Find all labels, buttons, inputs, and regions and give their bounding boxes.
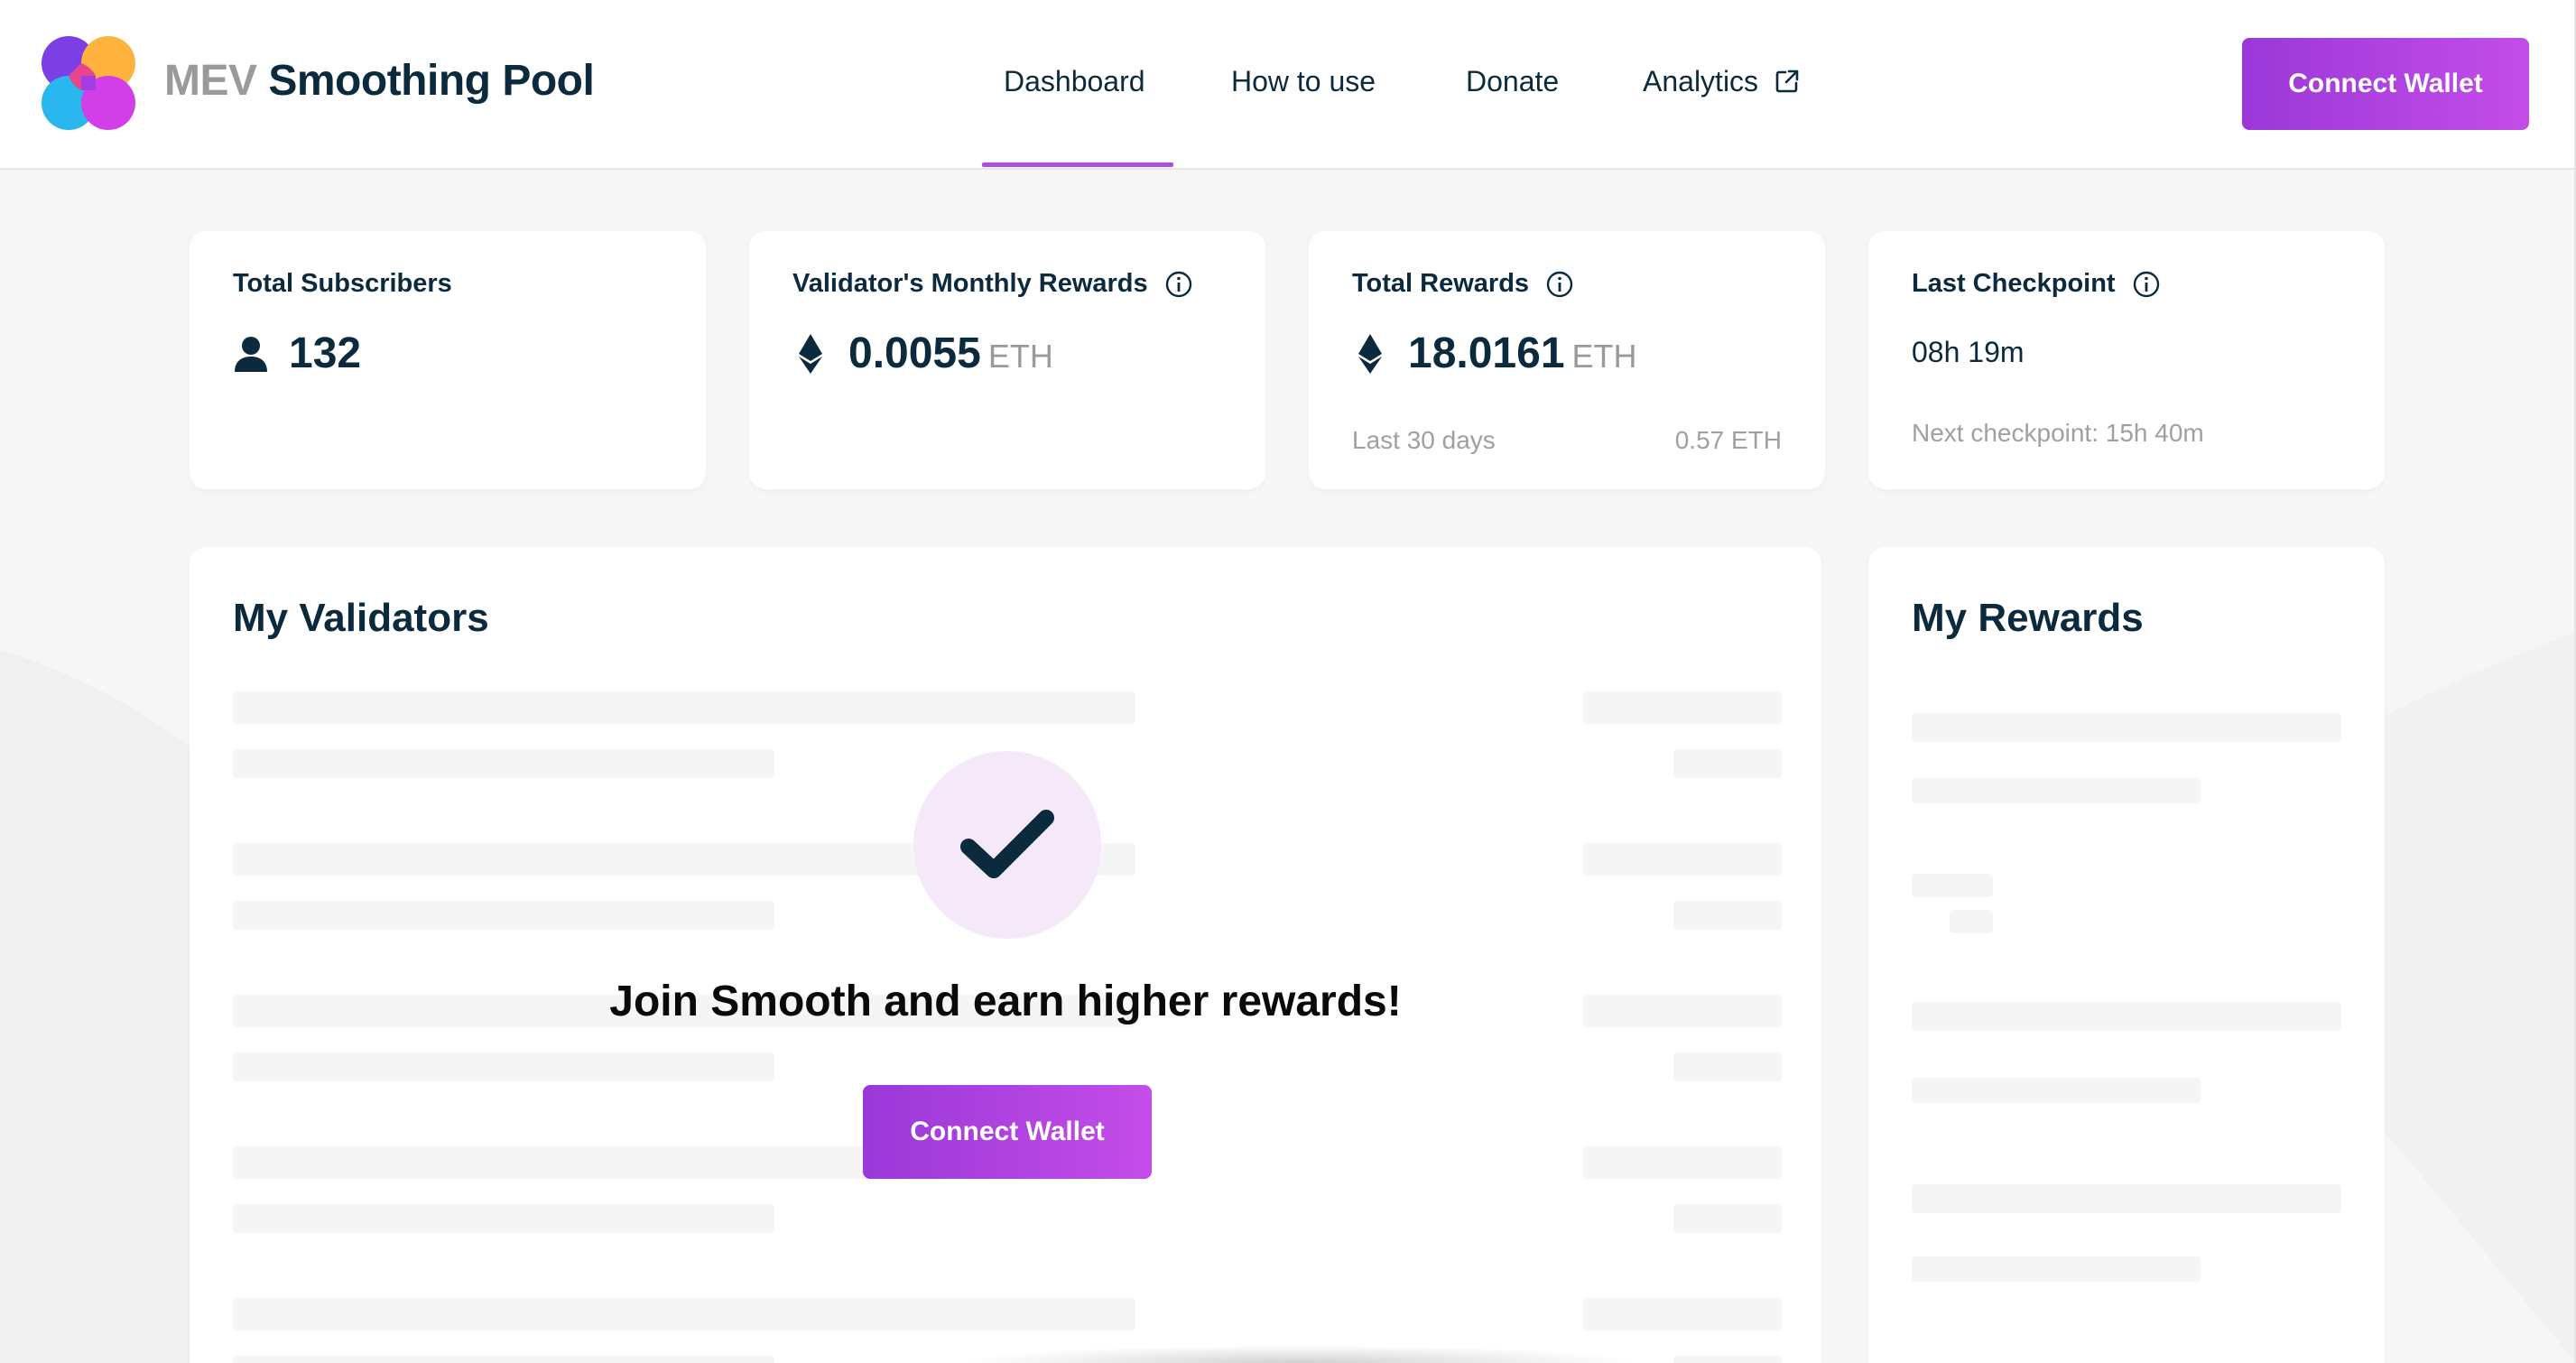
- stat-value: 132: [233, 329, 361, 378]
- rewards-period-value: 0.57 ETH: [1674, 426, 1782, 454]
- stat-label-text: Total Subscribers: [233, 269, 452, 298]
- rewards-period-label: Last 30 days: [1352, 426, 1496, 454]
- my-validators-panel: My Validators Join Smooth and earn highe…: [190, 547, 1821, 1363]
- stat-label: Total Subscribers: [233, 269, 452, 299]
- skeleton-bar: [1912, 778, 2201, 803]
- nav-how-to-use[interactable]: How to use: [1231, 65, 1376, 98]
- skeleton-bar: [1950, 910, 1993, 933]
- stat-card-total-subscribers: Total Subscribers 132: [190, 231, 706, 489]
- skeleton-bar: [1912, 1078, 2201, 1103]
- info-icon[interactable]: [2132, 270, 2161, 299]
- skeleton-bar: [1583, 1298, 1782, 1331]
- user-icon: [235, 336, 267, 372]
- skeleton-bar: [1673, 749, 1782, 778]
- stat-card-total-rewards: Total Rewards 18.0161 ETH Last 30 days 0…: [1309, 231, 1825, 489]
- monthly-rewards-unit: ETH: [987, 337, 1053, 375]
- skeleton-bar: [1673, 1052, 1782, 1081]
- app-frame: MEV Smoothing Pool Dashboard How to use …: [0, 0, 2576, 1363]
- stat-label: Last Checkpoint: [1912, 269, 2161, 299]
- checkmark-badge: [913, 751, 1101, 939]
- my-rewards-panel: My Rewards: [1868, 547, 2385, 1363]
- header-connect-wallet-button[interactable]: Connect Wallet: [2242, 38, 2529, 130]
- panel-title: My Validators: [233, 596, 489, 640]
- skeleton-bar: [1673, 901, 1782, 930]
- skeleton-bar: [1912, 713, 2341, 742]
- skeleton-bar: [233, 749, 774, 778]
- nav-analytics[interactable]: Analytics: [1643, 65, 1800, 98]
- skeleton-bar: [1583, 691, 1782, 724]
- skeleton-bar: [1912, 1184, 2341, 1213]
- info-icon[interactable]: [1545, 270, 1574, 299]
- monthly-rewards-value: 0.0055: [848, 329, 981, 377]
- skeleton-bar: [1912, 874, 1993, 897]
- nav-donate[interactable]: Donate: [1466, 65, 1559, 98]
- brand-name: Smoothing Pool: [268, 57, 595, 105]
- stat-label: Total Rewards: [1352, 269, 1574, 299]
- skeleton-bar: [233, 1356, 774, 1363]
- stat-card-monthly-rewards: Validator's Monthly Rewards 0.0055 ETH: [749, 231, 1265, 489]
- total-rewards-value: 18.0161: [1408, 329, 1565, 377]
- skeleton-bar: [1673, 1356, 1782, 1363]
- skeleton-bar: [233, 901, 774, 930]
- skeleton-bar: [1583, 843, 1782, 876]
- skeleton-bar: [1912, 1002, 2341, 1031]
- skeleton-bar: [233, 1298, 1135, 1331]
- skeleton-bar: [233, 1204, 774, 1233]
- brand-logo-icon[interactable]: [42, 36, 135, 130]
- panel-title: My Rewards: [1912, 596, 2144, 640]
- total-rewards-unit: ETH: [1571, 337, 1637, 375]
- nav-dashboard[interactable]: Dashboard: [1004, 65, 1145, 98]
- stat-label-text: Validator's Monthly Rewards: [792, 269, 1148, 298]
- nav-analytics-label: Analytics: [1643, 65, 1759, 97]
- external-link-icon: [1775, 70, 1799, 93]
- skeleton-bar: [1583, 1146, 1782, 1179]
- stat-card-last-checkpoint: Last Checkpoint 08h 19m Next checkpoint:…: [1868, 231, 2385, 489]
- brand-title[interactable]: MEV Smoothing Pool: [164, 56, 595, 106]
- skeleton-bar: [233, 1052, 774, 1081]
- stat-label-text: Total Rewards: [1352, 269, 1530, 298]
- stat-value: 18.0161 ETH: [1352, 329, 1637, 378]
- panel-connect-wallet-button[interactable]: Connect Wallet: [863, 1085, 1152, 1179]
- next-checkpoint: Next checkpoint: 15h 40m: [1912, 419, 2204, 447]
- top-header: MEV Smoothing Pool Dashboard How to use …: [0, 0, 2576, 170]
- brand-prefix: MEV: [164, 57, 257, 105]
- stat-value: 0.0055 ETH: [792, 329, 1053, 378]
- last-checkpoint-time: 08h 19m: [1912, 336, 2025, 368]
- checkmark-icon: [960, 810, 1054, 878]
- skeleton-bar: [233, 691, 1135, 724]
- nav-active-indicator: [982, 162, 1173, 167]
- subscriber-count: 132: [289, 329, 362, 377]
- info-icon[interactable]: [1164, 270, 1193, 299]
- stat-label: Validator's Monthly Rewards: [792, 269, 1193, 299]
- skeleton-bar: [1673, 1204, 1782, 1233]
- skeleton-bar: [1912, 1256, 2201, 1282]
- join-cta-text: Join Smooth and earn higher rewards!: [609, 978, 1402, 1025]
- stat-label-text: Last Checkpoint: [1912, 269, 2116, 298]
- ethereum-icon: [799, 333, 822, 374]
- ethereum-icon: [1358, 333, 1382, 374]
